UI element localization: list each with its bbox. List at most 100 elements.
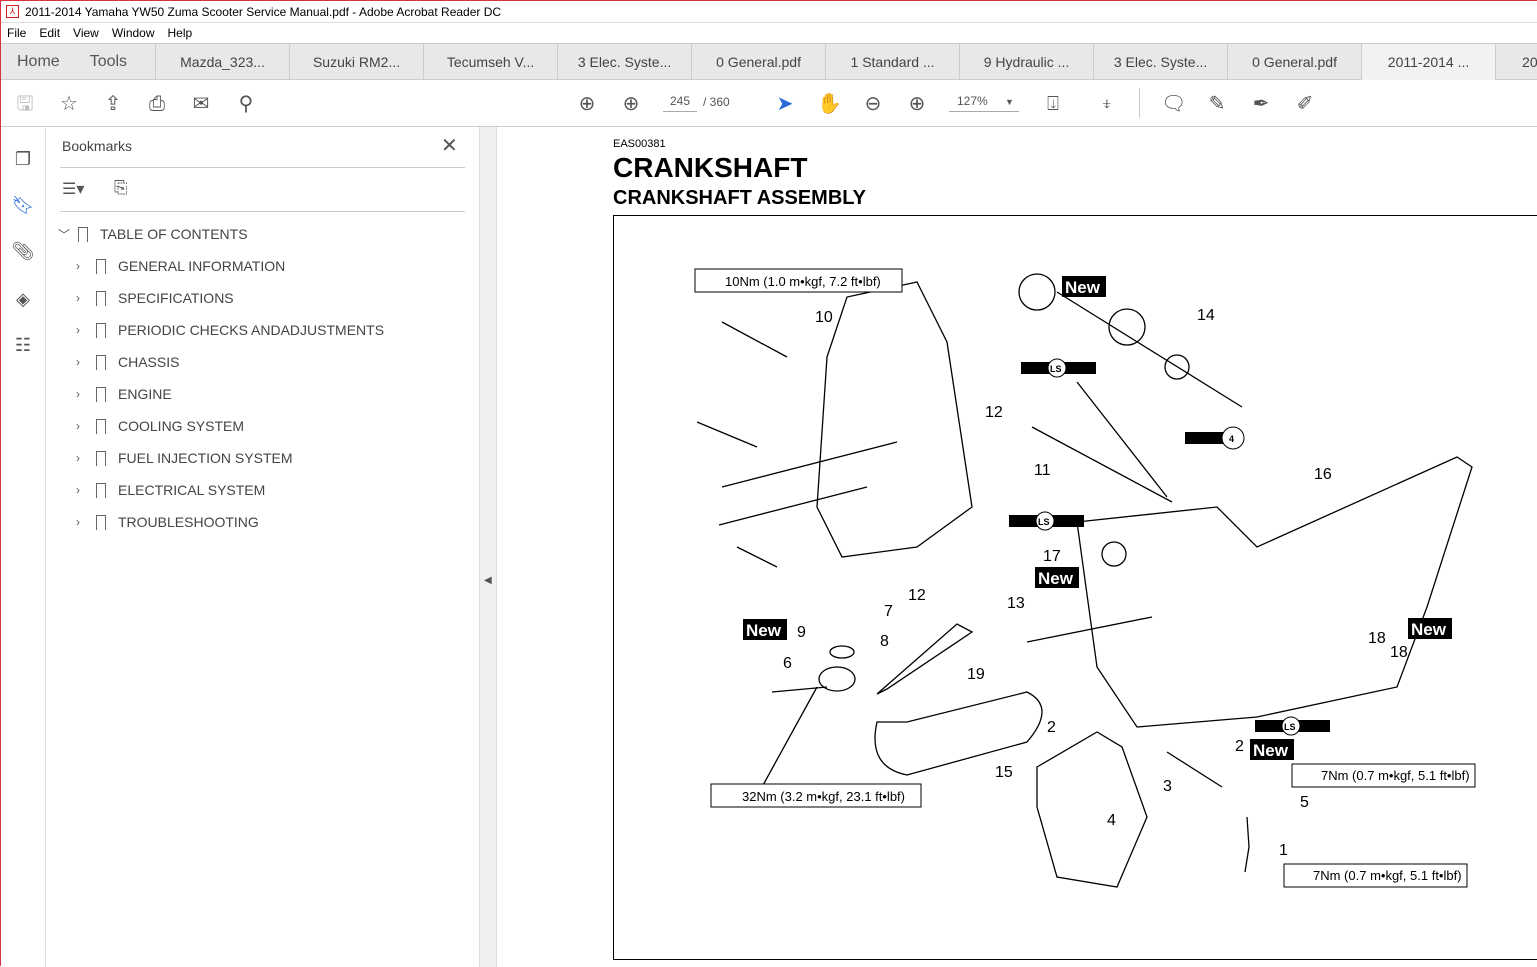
menu-view[interactable]: View [73,26,99,40]
bookmark-item[interactable]: › CHASSIS [76,352,179,372]
fit-page-icon[interactable]: ⍗ [1041,92,1065,116]
torque-label: 32Nm (3.2 m•kgf, 23.1 ft•lbf) [742,789,905,804]
chevron-right-icon[interactable]: › [76,291,90,305]
cloud-upload-icon[interactable]: ⇪ [101,92,125,116]
tab-document[interactable]: 3 Elec. Syste... [558,44,693,80]
part-number: 2 [1235,738,1244,755]
part-number: 6 [783,655,792,672]
menu-window[interactable]: Window [112,26,155,40]
chevron-down-icon[interactable]: ﹀ [58,226,72,243]
part-number: 12 [985,404,1003,421]
part-number: 15 [995,764,1013,781]
page-number-input[interactable]: 245 [663,94,697,112]
pages-icon[interactable]: ❐ [11,149,35,173]
divider [1139,88,1140,118]
menu-help[interactable]: Help [168,26,193,40]
tab-document[interactable]: 3 Elec. Syste... [1094,44,1229,80]
zoom-out-icon[interactable]: ⊖ [861,92,885,116]
star-icon[interactable]: ☆ [57,92,81,116]
tab-document[interactable]: 0 General.pdf [1228,44,1363,80]
tab-home[interactable]: Home [1,44,76,80]
bookmark-icon [96,418,106,434]
highlight-icon[interactable]: ✎ [1205,92,1229,116]
title-bar: ⅄ 2011-2014 Yamaha YW50 Zuma Scooter Serv… [1,1,1537,23]
chevron-right-icon[interactable]: › [76,483,90,497]
sign-icon[interactable]: ✒ [1249,92,1273,116]
part-number: 18 [1368,630,1386,647]
bookmark-item[interactable]: › TROUBLESHOOTING [76,512,259,532]
bookmark-item[interactable]: › FUEL INJECTION SYSTEM [76,448,293,468]
print-icon[interactable]: ⎙ [145,92,169,116]
new-bookmark-icon[interactable]: ⎘ [114,178,128,198]
bookmark-icon [96,482,106,498]
hand-icon[interactable]: ✋ [817,92,842,116]
panel-splitter[interactable]: ◀ [479,127,497,967]
save-icon[interactable]: 🖫 [13,92,37,116]
tab-document[interactable]: Mazda_323... [156,44,291,80]
menu-edit[interactable]: Edit [39,26,60,40]
exploded-diagram: 10 14 12 11 16 17 13 12 7 8 9 6 19 15 2 … [694,268,1476,888]
tab-document[interactable]: Tecumseh V... [424,44,559,80]
part-number: 4 [1107,812,1116,829]
bookmark-item[interactable]: › ENGINE [76,384,172,404]
attachment-icon[interactable]: 📎︎ [11,241,35,265]
bookmark-icon[interactable]: 🔖︎ [11,195,35,219]
zoom-in-icon[interactable]: ⊕ [905,92,929,116]
search-icon[interactable]: ⚲ [234,92,258,116]
bookmark-label: ELECTRICAL SYSTEM [118,482,266,498]
bookmark-icon [96,514,106,530]
ls-label: LS [1038,517,1050,527]
chevron-right-icon[interactable]: › [76,515,90,529]
zoom-select[interactable]: 127% ▼ [949,94,1019,112]
chevron-right-icon[interactable]: › [76,419,90,433]
options-menu-icon[interactable]: ☰▾ [62,179,84,199]
chevron-right-icon[interactable]: › [76,259,90,273]
part-number: 5 [1300,794,1309,811]
bookmark-icon [96,386,106,402]
tab-document[interactable]: 20 [1496,44,1537,80]
tab-document[interactable]: 1 Standard ... [826,44,961,80]
tab-document[interactable]: Suzuki RM2... [290,44,425,80]
bookmark-label: TABLE OF CONTENTS [100,226,248,242]
window-title: 2011-2014 Yamaha YW50 Zuma Scooter Servi… [25,4,502,19]
new-label: New [1411,620,1447,639]
menu-bar: File Edit View Window Help [1,23,1537,43]
new-label: New [746,621,782,640]
select-cursor-icon[interactable]: ➤ [773,92,797,116]
bookmark-item[interactable]: › SPECIFICATIONS [76,288,234,308]
bookmark-root[interactable]: ﹀ TABLE OF CONTENTS [58,224,248,244]
tab-document[interactable]: 9 Hydraulic ... [960,44,1095,80]
new-label: New [1253,741,1289,760]
part-number: 13 [1007,595,1025,612]
bookmark-icon [96,354,106,370]
edit-pdf-icon[interactable]: ✐ [1293,92,1317,116]
bookmark-label: CHASSIS [118,354,180,370]
bookmark-label: PERIODIC CHECKS ANDADJUSTMENTS [118,322,385,338]
chevron-right-icon[interactable]: › [76,323,90,337]
bookmark-item[interactable]: › PERIODIC CHECKS ANDADJUSTMENTS [76,320,384,340]
left-rail: ❐ 🔖︎ 📎︎ ◈ ☷ [1,127,46,967]
bookmark-item[interactable]: › COOLING SYSTEM [76,416,244,436]
mail-icon[interactable]: ✉ [189,92,213,116]
bookmark-icon [96,322,106,338]
chevron-right-icon[interactable]: › [76,451,90,465]
tab-tools[interactable]: Tools [76,44,157,80]
chevron-right-icon[interactable]: › [76,355,90,369]
tab-document-active[interactable]: 2011-2014 ... [1362,44,1497,80]
scroll-mode-icon[interactable]: ⍖ [1095,92,1119,116]
prev-page-icon[interactable]: ⊕ [575,92,599,116]
close-icon[interactable]: ✕ [441,133,458,158]
comment-icon[interactable]: 🗨 [1161,92,1186,116]
part-number: 16 [1314,466,1332,483]
part-number: 2 [1047,719,1056,736]
menu-file[interactable]: File [7,26,26,40]
collapse-arrow-icon[interactable]: ◀ [484,575,492,586]
bookmark-item[interactable]: › GENERAL INFORMATION [76,256,285,276]
bookmark-item[interactable]: › ELECTRICAL SYSTEM [76,480,265,500]
layers-icon[interactable]: ◈ [11,289,35,313]
oil-label: 4 [1229,434,1234,444]
chevron-right-icon[interactable]: › [76,387,90,401]
next-page-icon[interactable]: ⊕ [619,92,643,116]
tab-document[interactable]: 0 General.pdf [692,44,827,80]
structure-icon[interactable]: ☷ [11,335,35,359]
